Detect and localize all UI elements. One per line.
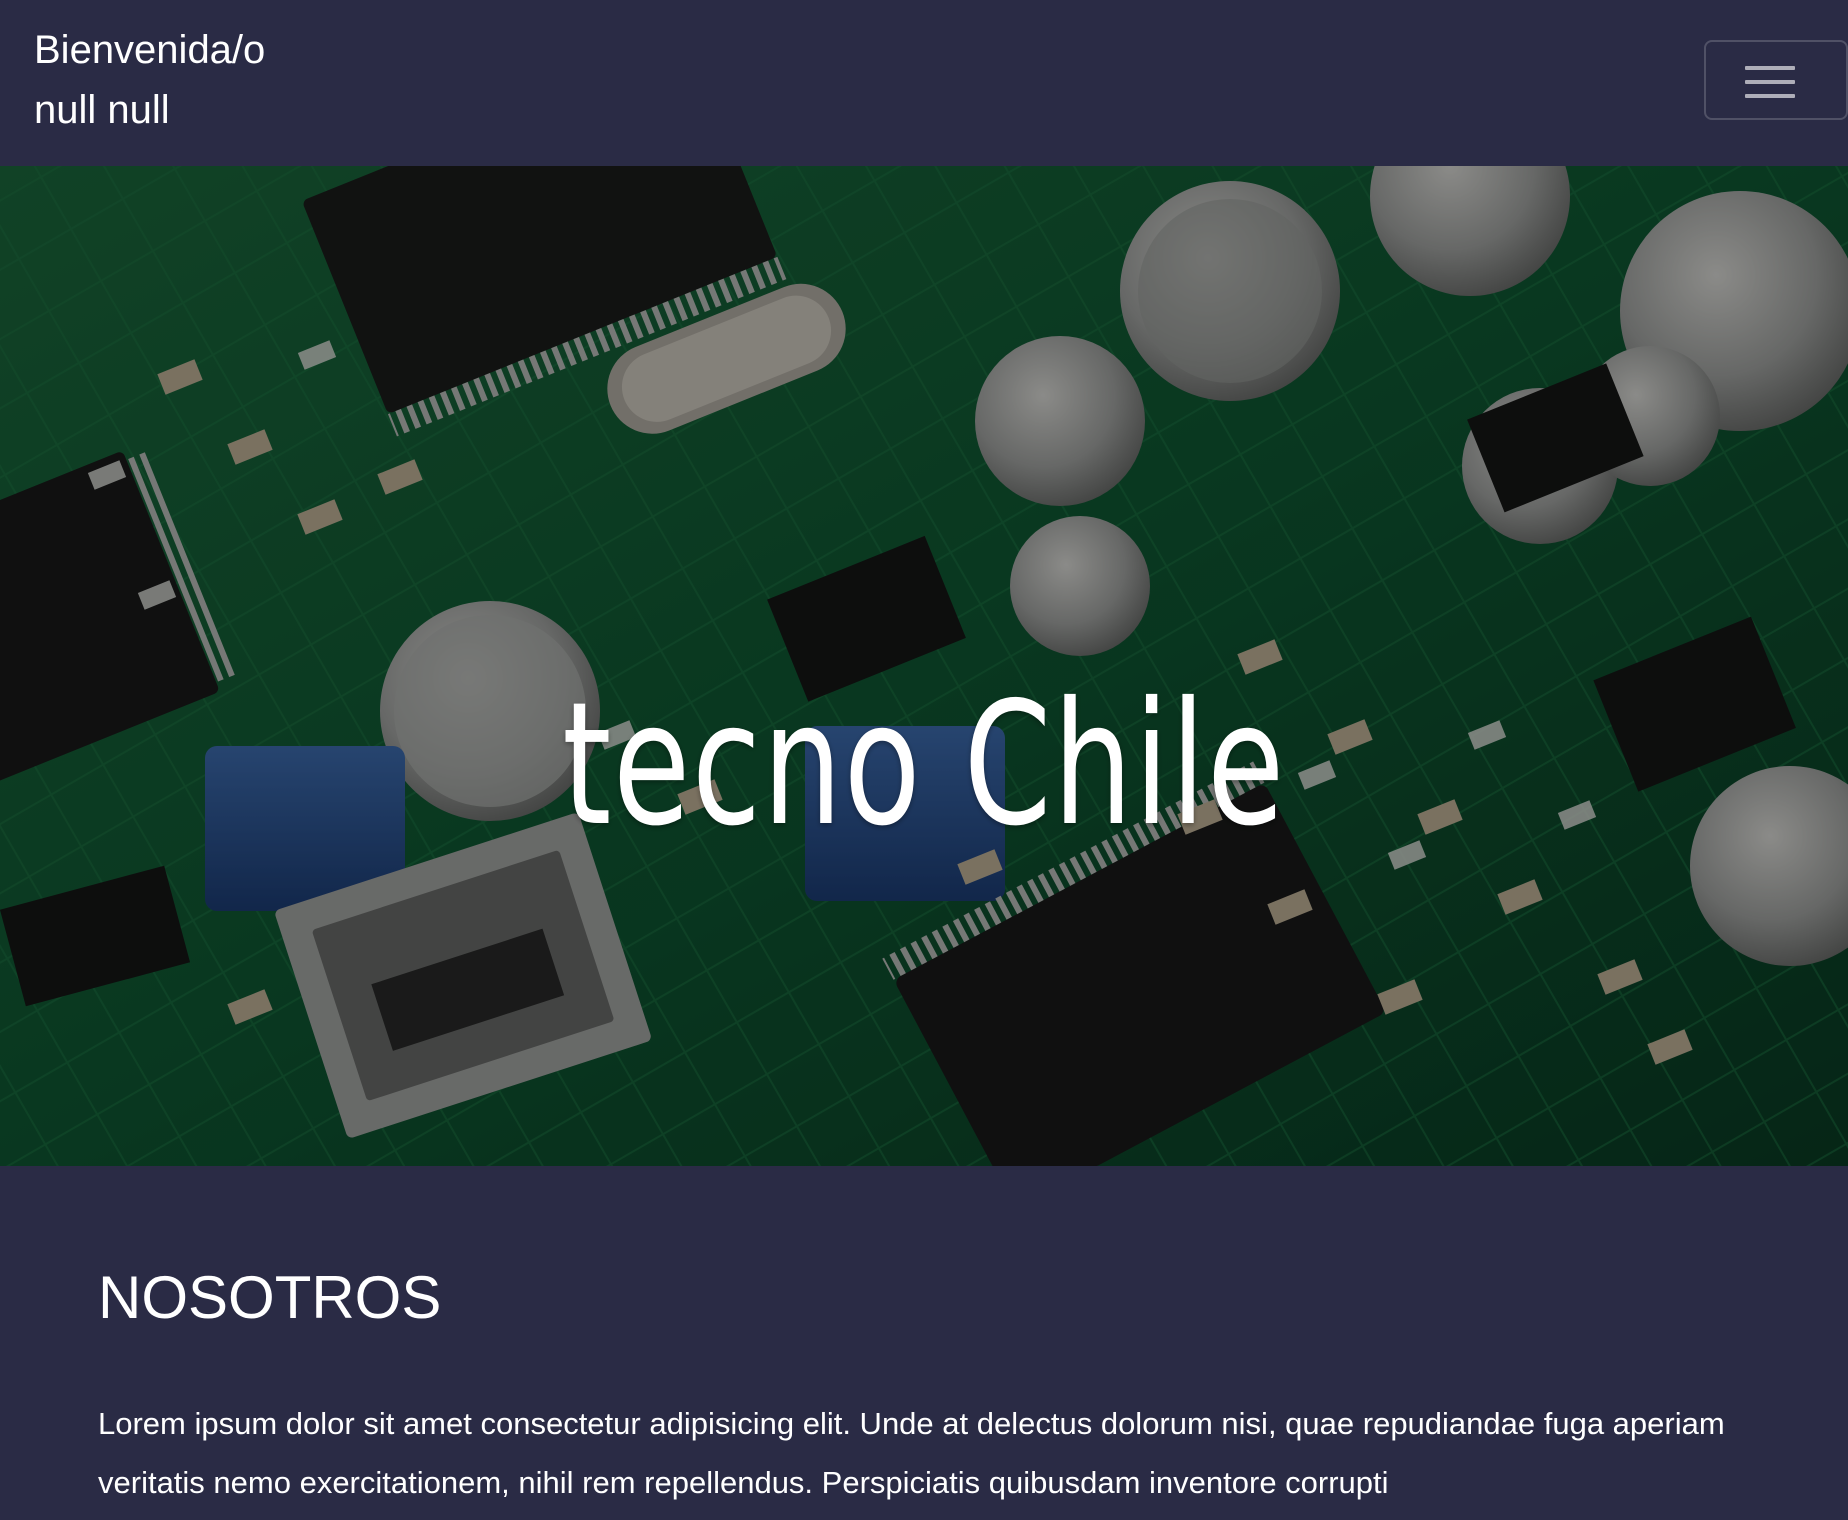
navbar-toggle-button[interactable] bbox=[1704, 40, 1848, 120]
about-section: NOSOTROS Lorem ipsum dolor sit amet cons… bbox=[0, 1166, 1848, 1520]
greeting-label: Bienvenida/o bbox=[34, 28, 266, 72]
about-title: NOSOTROS bbox=[98, 1264, 442, 1331]
about-text: Lorem ipsum dolor sit amet consectetur a… bbox=[98, 1406, 1725, 1500]
hero-title: tecno Chile bbox=[562, 665, 1286, 864]
navbar: Bienvenida/o null null bbox=[0, 0, 1848, 166]
hero-banner: tecno Chile bbox=[0, 166, 1848, 1166]
welcome-greeting: Bienvenida/o null null bbox=[34, 20, 265, 140]
user-name: null null bbox=[34, 88, 170, 132]
